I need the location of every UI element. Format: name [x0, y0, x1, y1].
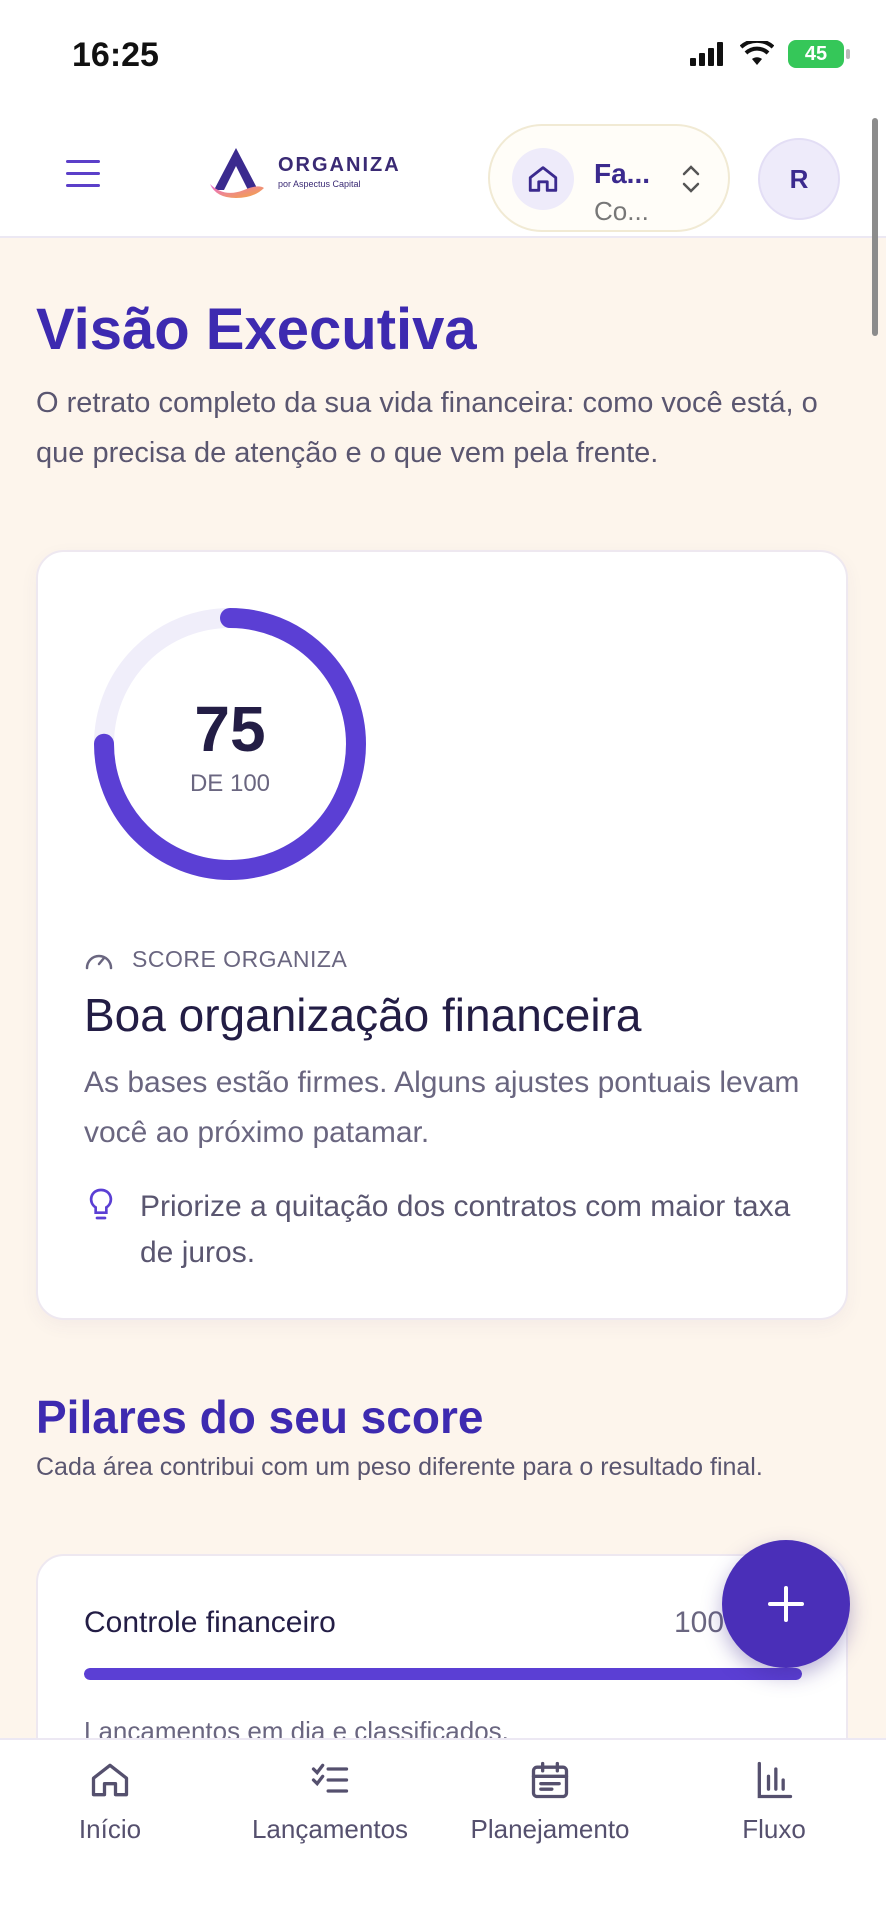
nav-label: Início [78, 1814, 142, 1844]
score-text: As bases estão firmes. Alguns ajustes po… [84, 1066, 800, 1149]
context-subtitle: Co... [594, 196, 649, 226]
logo-mark-icon [210, 148, 264, 198]
battery-icon: 45 [788, 40, 850, 68]
nav-label: Fluxo [742, 1814, 806, 1844]
tip-text: Priorize a quitação dos contratos com ma… [140, 1190, 791, 1269]
app-header: ORGANIZA por Aspectus Capital Fa... Co..… [0, 110, 886, 238]
avatar[interactable]: R [758, 138, 840, 220]
checklist-icon [311, 1763, 349, 1793]
pillar-progress-fill [84, 1668, 802, 1680]
nav-item-fluxo[interactable]: Fluxo [664, 1750, 884, 1845]
score-label-row: SCORE ORGANIZA [84, 946, 347, 973]
nav-item-planejamento[interactable]: Planejamento [440, 1750, 660, 1845]
menu-line [66, 184, 100, 187]
nav-label: Lançamentos [251, 1814, 409, 1844]
score-value: 75 [194, 693, 266, 765]
page-title: Visão Executiva [36, 297, 477, 362]
chevron-up-down-icon [682, 165, 700, 193]
pillar-value: 100 [674, 1606, 725, 1639]
status-icons: 45 [690, 40, 850, 68]
score-label: SCORE ORGANIZA [132, 946, 348, 972]
score-headline: Boa organização financeira [84, 989, 642, 1041]
pillars-title: Pilares do seu score [36, 1391, 484, 1443]
context-title: Fa... [594, 158, 651, 189]
lightbulb-icon [89, 1188, 113, 1220]
logo-subtitle: por Aspectus Capital [278, 178, 361, 189]
pillar-name: Controle financeiro [84, 1606, 336, 1639]
nav-item-inicio[interactable]: Início [0, 1750, 220, 1845]
pillars-description: Cada área contribui com um peso diferent… [36, 1453, 763, 1481]
menu-line [66, 172, 100, 175]
logo[interactable]: ORGANIZA por Aspectus Capital [204, 144, 401, 198]
menu-button[interactable] [66, 160, 100, 190]
score-tip: Priorize a quitação dos contratos com ma… [84, 1184, 804, 1276]
logo-name: ORGANIZA [278, 153, 401, 176]
score-card: 75 DE 100 SCORE ORGANIZA Boa organização… [36, 550, 848, 1320]
logo-text: ORGANIZA por Aspectus Capital [278, 154, 401, 189]
nav-label: Planejamento [470, 1814, 630, 1844]
wifi-icon [740, 41, 774, 65]
status-bar: 16:25 45 [0, 0, 886, 110]
scrollbar[interactable] [872, 118, 878, 336]
bar-chart-icon [757, 1761, 793, 1799]
gauge-icon [85, 954, 113, 969]
signal-icon [690, 42, 723, 66]
bottom-nav: Início Lançamentos Planejamento Fluxo [0, 1738, 886, 1918]
page-description: O retrato completo da sua vida financeir… [36, 387, 818, 469]
battery-level: 45 [804, 42, 828, 65]
status-time: 16:25 [72, 36, 159, 74]
score-denominator: DE 100 [189, 770, 271, 797]
home-icon [91, 1763, 129, 1797]
pillar-progress-bar [84, 1668, 802, 1680]
calendar-icon [531, 1761, 569, 1799]
nav-item-lancamentos[interactable]: Lançamentos [220, 1750, 440, 1845]
plus-icon [768, 1586, 804, 1622]
menu-line [66, 160, 100, 163]
home-icon [512, 148, 574, 210]
add-button[interactable] [722, 1540, 850, 1668]
context-selector[interactable]: Fa... Co... [488, 124, 730, 232]
